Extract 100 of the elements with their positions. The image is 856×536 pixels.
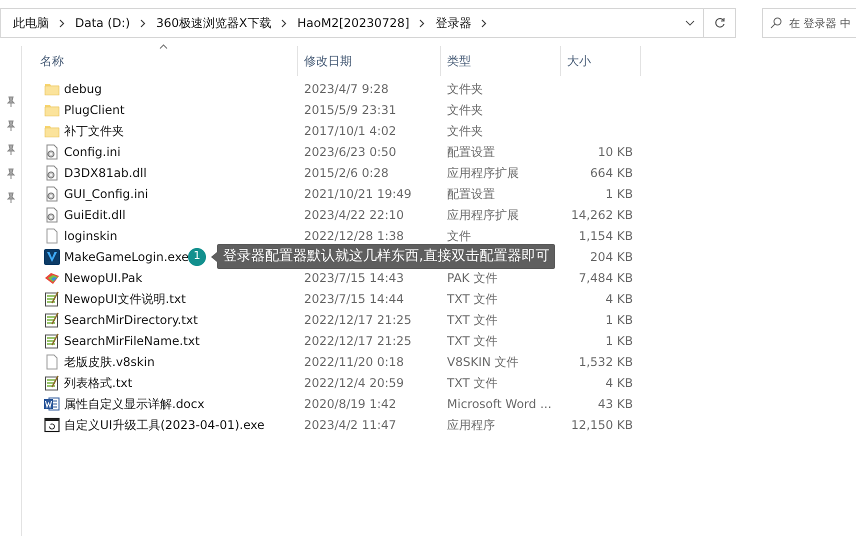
- window-icon: [44, 416, 60, 432]
- chevron-right-icon: [281, 18, 288, 28]
- gear-document-icon: [44, 164, 60, 180]
- sort-caret-icon: [159, 44, 168, 49]
- type-cell-text: 文件夹: [446, 122, 484, 140]
- type-cell-text: V8SKIN 文件: [446, 354, 520, 370]
- file-name[interactable]: 补丁文件夹: [64, 122, 124, 140]
- file-name[interactable]: 自定义UI升级工具(2023-04-01).exe: [64, 416, 265, 434]
- word-document-icon: [44, 396, 60, 412]
- column-header[interactable]: 类型: [441, 46, 561, 76]
- date-cell-text: 2023/7/15 14:44: [303, 290, 405, 308]
- search-field[interactable]: 在 登录器 中: [762, 8, 856, 38]
- file-name[interactable]: debug: [64, 80, 102, 98]
- date-cell-text: 2023/4/22 22:10: [303, 206, 405, 224]
- file-name[interactable]: GUI_Config.ini: [64, 184, 148, 202]
- chevron-down-icon[interactable]: [685, 20, 695, 26]
- type-cell-text: Microsoft Word ...: [446, 396, 553, 412]
- file-name[interactable]: NewopUI文件说明.txt: [64, 290, 186, 308]
- size-cell-text: 204 KB: [589, 248, 634, 266]
- date-cell-text: 2021/10/21 19:49: [303, 186, 413, 202]
- refresh-icon: [714, 17, 726, 29]
- column-header[interactable]: 大小: [561, 46, 641, 76]
- file-name[interactable]: SearchMirDirectory.txt: [64, 310, 198, 328]
- app-logo-icon: [44, 248, 60, 264]
- step-badge: 1: [188, 248, 206, 266]
- size-cell-text: 10 KB: [596, 144, 634, 160]
- type-cell-text: 文件夹: [446, 102, 484, 118]
- column-header[interactable]: 名称: [22, 46, 298, 76]
- file-name[interactable]: MakeGameLogin.exe: [64, 248, 189, 266]
- file-name[interactable]: Config.ini: [64, 142, 121, 160]
- document-icon: [44, 228, 60, 244]
- file-name[interactable]: NewopUI.Pak: [64, 268, 142, 286]
- chevron-right-icon: [481, 18, 488, 28]
- breadcrumb-item[interactable]: Data (D:): [75, 14, 130, 32]
- date-cell-text: 2022/11/20 0:18: [303, 354, 405, 370]
- date-cell-text: 2022/12/17 21:25: [303, 312, 413, 328]
- pin-icon[interactable]: [6, 192, 16, 204]
- address-bar[interactable]: 此电脑 Data (D:) 360极速浏览器X下载 HaoM2[20230728] 登录器: [0, 8, 736, 38]
- chevron-right-icon: [140, 18, 146, 28]
- size-cell-text: 1 KB: [604, 186, 634, 202]
- type-cell-text: TXT 文件: [446, 312, 498, 328]
- chevron-right-icon: [59, 18, 65, 28]
- type-cell-text: 文件: [446, 228, 472, 244]
- file-name[interactable]: 列表格式.txt: [64, 374, 132, 392]
- date-cell-text: 2022/12/4 20:59: [303, 374, 405, 392]
- file-name[interactable]: GuiEdit.dll: [64, 206, 126, 224]
- type-cell-text: 文件夹: [446, 80, 484, 98]
- gear-document-icon: [44, 186, 60, 202]
- document-icon: [44, 354, 60, 370]
- pin-icon[interactable]: [6, 144, 16, 156]
- size-cell-text: 4 KB: [604, 290, 634, 308]
- notepad-icon: [44, 312, 60, 328]
- date-cell-text: 2022/12/17 21:25: [303, 332, 413, 350]
- date-cell-text: 2023/4/7 9:28: [303, 80, 390, 98]
- file-name[interactable]: PlugClient: [64, 100, 125, 118]
- column-header[interactable]: 修改日期: [298, 46, 441, 76]
- notepad-icon: [44, 290, 60, 306]
- size-cell-text: 43 KB: [596, 396, 634, 412]
- chevron-right-icon: [419, 18, 426, 28]
- breadcrumb-item[interactable]: HaoM2[20230728]: [297, 14, 410, 32]
- type-cell-text: 应用程序: [446, 416, 496, 434]
- callout-tooltip: 登录器配置器默认就这几样东西,直接双击配置器即可: [217, 244, 556, 269]
- type-cell-text: TXT 文件: [446, 332, 498, 350]
- size-cell-text: 1 KB: [604, 332, 634, 350]
- pin-icon[interactable]: [6, 168, 16, 180]
- breadcrumb-item[interactable]: 此电脑: [13, 14, 49, 32]
- date-cell-text: 2020/8/19 1:42: [303, 396, 398, 412]
- date-cell-text: 2022/12/28 1:38: [303, 228, 405, 244]
- type-cell-text: TXT 文件: [446, 374, 498, 392]
- type-cell-text: 配置设置: [446, 186, 496, 202]
- size-cell-text: 7,484 KB: [578, 270, 634, 286]
- type-cell-text: 应用程序扩展: [446, 164, 520, 182]
- size-cell-text: 664 KB: [589, 164, 634, 182]
- size-cell-text: 1,532 KB: [578, 354, 634, 370]
- type-cell-text: 配置设置: [446, 144, 496, 160]
- file-name[interactable]: 属性自定义显示详解.docx: [64, 394, 204, 412]
- search-icon: [770, 17, 782, 29]
- gear-document-icon: [44, 206, 60, 222]
- date-cell-text: 2015/5/9 23:31: [303, 102, 398, 118]
- size-cell-text: 12,150 KB: [570, 416, 634, 434]
- notepad-icon: [44, 374, 60, 390]
- pin-icon[interactable]: [6, 96, 16, 108]
- file-name[interactable]: 老版皮肤.v8skin: [64, 352, 155, 370]
- size-cell-text: 1 KB: [604, 312, 634, 328]
- size-cell-text: 4 KB: [604, 374, 634, 392]
- file-name[interactable]: loginskin: [64, 226, 118, 244]
- date-cell-text: 2023/6/23 0:50: [303, 144, 398, 160]
- date-cell-text: 2015/2/6 0:28: [303, 164, 390, 182]
- breadcrumb-item[interactable]: 360极速浏览器X下载: [156, 14, 272, 32]
- type-cell-text: TXT 文件: [446, 290, 498, 308]
- notepad-icon: [44, 332, 60, 348]
- tooltip-pointer-icon: [211, 252, 217, 262]
- pin-icon[interactable]: [6, 120, 16, 132]
- date-cell-text: 2023/4/2 11:47: [303, 416, 398, 434]
- file-name[interactable]: SearchMirFileName.txt: [64, 332, 200, 350]
- file-name[interactable]: D3DX81ab.dll: [64, 164, 147, 182]
- type-cell-text: PAK 文件: [446, 270, 498, 286]
- gear-document-icon: [44, 144, 60, 160]
- breadcrumb-item[interactable]: 登录器: [435, 14, 472, 32]
- date-cell-text: 2023/7/15 14:43: [303, 270, 405, 286]
